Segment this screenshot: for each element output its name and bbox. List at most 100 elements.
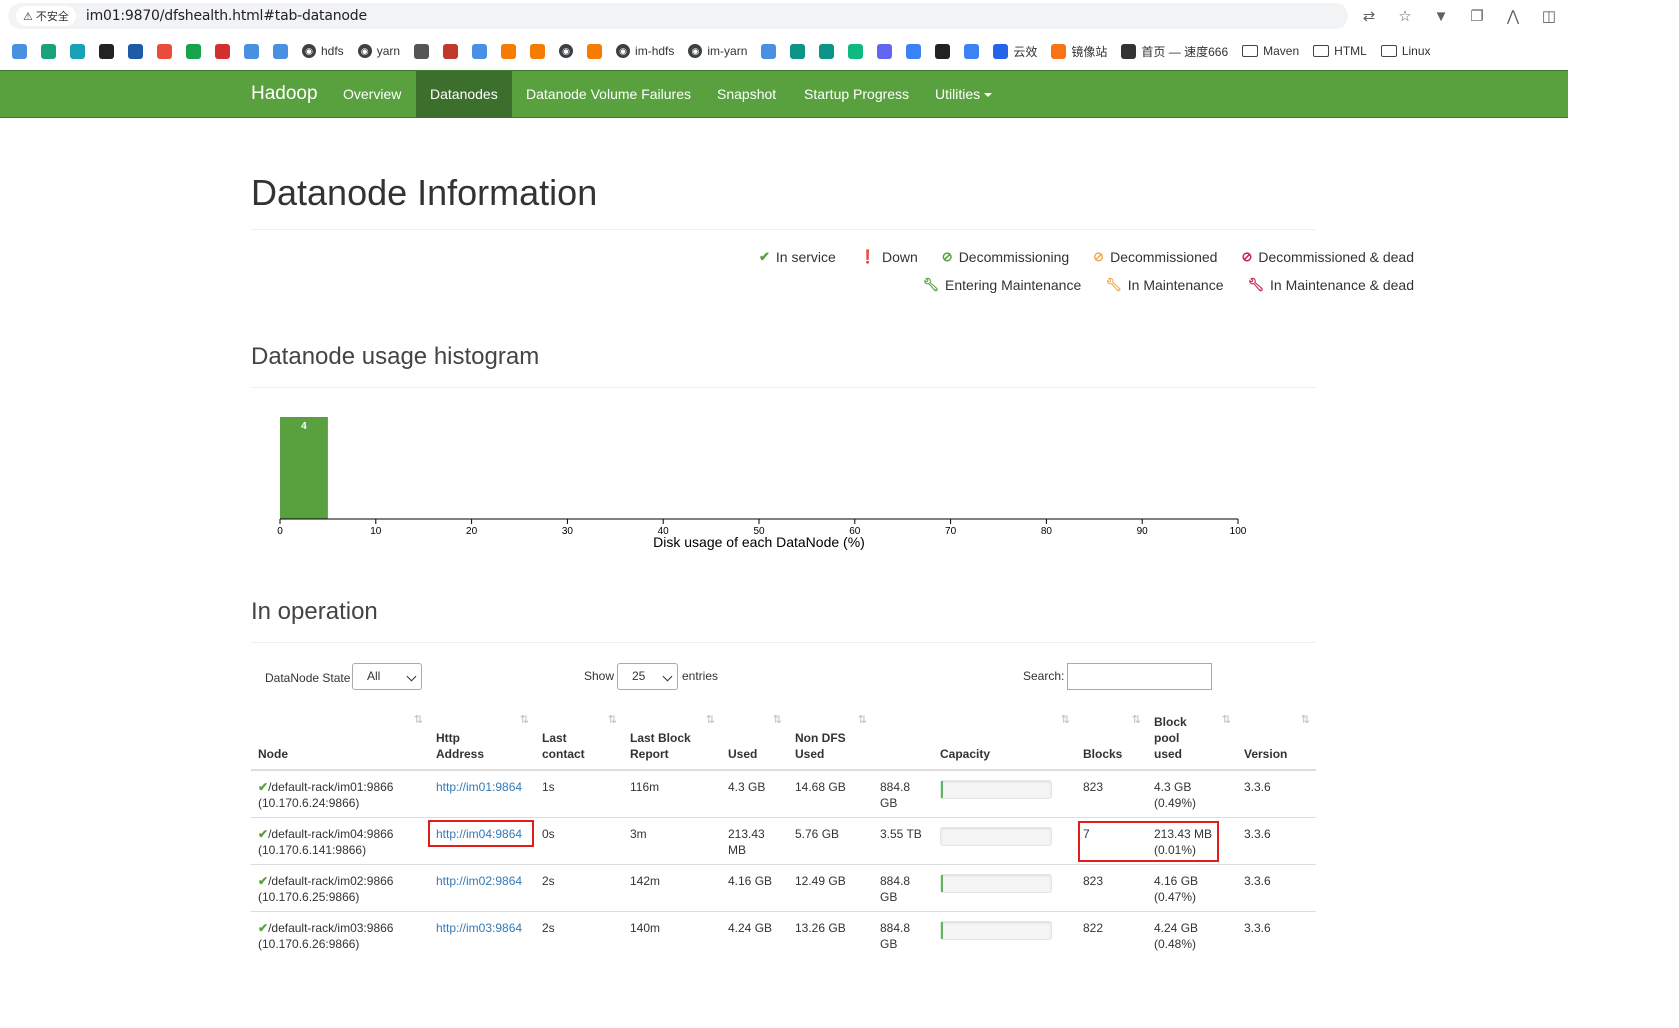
nav-utilities-label: Utilities: [935, 86, 981, 102]
bookmark-item[interactable]: 镜像站: [1051, 43, 1107, 60]
bookmark-item[interactable]: [530, 43, 546, 59]
nav-volume-failures[interactable]: Datanode Volume Failures: [512, 71, 705, 118]
bookmark-item[interactable]: [790, 43, 806, 59]
url-text[interactable]: im01:9870/dfshealth.html#tab-datanode: [86, 8, 367, 24]
extension-a-icon[interactable]: ⋀: [1504, 7, 1522, 25]
bookmark-item[interactable]: [70, 43, 85, 59]
tab-icon[interactable]: ❐: [1468, 7, 1486, 25]
entries-select[interactable]: 25: [617, 663, 678, 690]
bookmark-icon-19: [587, 43, 603, 59]
check-icon: ✔: [758, 249, 770, 264]
legend-label: Decommissioning: [958, 249, 1070, 265]
globe-icon: ◉: [688, 44, 703, 58]
bookmark-item[interactable]: [472, 43, 488, 59]
x-tick-label: 30: [562, 526, 574, 537]
bookmark-item[interactable]: 首页 — 速度666: [1121, 43, 1228, 60]
bookmark-icon-17: [530, 43, 546, 59]
col-block-pool[interactable]: Block pool used ⇅: [1147, 710, 1237, 771]
x-tick-label: 80: [1041, 526, 1053, 537]
check-icon: ✔: [258, 921, 269, 935]
nav-snapshot[interactable]: Snapshot: [703, 71, 790, 118]
bookmark-item[interactable]: [186, 43, 201, 59]
bookmark-item[interactable]: ◉: [559, 44, 574, 58]
bookmark-item[interactable]: [935, 43, 951, 59]
sort-icon: ⇅: [705, 714, 715, 726]
col-http[interactable]: Http Address ⇅: [429, 710, 535, 771]
search-input[interactable]: [1067, 663, 1212, 690]
bookmark-item[interactable]: [41, 43, 56, 59]
bookmark-item[interactable]: [128, 43, 143, 59]
cell-blocks: 823: [1076, 769, 1147, 818]
bookmark-item[interactable]: ◉ hdfs: [302, 44, 344, 58]
bookmark-item[interactable]: ◉ yarn: [357, 44, 400, 58]
cell-non-dfs: 5.76 GB: [788, 817, 873, 865]
insecure-badge[interactable]: ⚠ 不安全: [16, 6, 76, 26]
bookmark-item[interactable]: [273, 43, 288, 59]
bookmark-item[interactable]: Maven: [1242, 44, 1299, 58]
bookmark-item[interactable]: [215, 43, 230, 59]
bookmark-item[interactable]: [157, 43, 172, 59]
col-capacity[interactable]: Capacity ⇅: [933, 710, 1076, 771]
bookmark-item[interactable]: ◉ im-hdfs: [616, 44, 674, 58]
bookmark-item[interactable]: [906, 43, 922, 59]
col-blocks[interactable]: Blocks ⇅: [1076, 710, 1147, 771]
table-row: ✔/default-rack/im03:9866 (10.170.6.26:986…: [251, 911, 1316, 959]
bookmark-item[interactable]: [819, 43, 835, 59]
divider: [251, 229, 1316, 230]
bookmark-label: 云效: [1013, 44, 1038, 59]
extension-v-icon[interactable]: ▼: [1432, 8, 1450, 25]
bookmark-item[interactable]: [12, 43, 27, 59]
bookmark-item[interactable]: [877, 43, 893, 59]
star-icon[interactable]: ☆: [1396, 7, 1414, 25]
http-address-link[interactable]: http://im01:9864: [436, 780, 522, 794]
bookmark-item[interactable]: HTML: [1313, 44, 1367, 58]
bookmark-item[interactable]: [587, 43, 603, 59]
nav-overview[interactable]: Overview: [329, 71, 415, 118]
ban-icon: ⊘: [1093, 249, 1105, 264]
bookmark-item[interactable]: [761, 43, 777, 59]
col-used[interactable]: Used ⇅: [721, 710, 788, 771]
bp-used: 4.16 GB: [1154, 874, 1199, 888]
bookmark-item[interactable]: [244, 43, 259, 59]
puzzle-icon[interactable]: ◫: [1540, 7, 1558, 25]
bookmark-icon-29: [964, 43, 980, 59]
col-non-dfs[interactable]: Non DFS Used ⇅: [788, 710, 873, 771]
state-select[interactable]: All: [352, 663, 422, 690]
legend-label: Entering Maintenance: [945, 277, 1082, 293]
bookmark-item[interactable]: [964, 43, 980, 59]
x-tick-label: 10: [370, 526, 382, 537]
bookmark-label: HTML: [1334, 44, 1367, 58]
sort-icon: ⇅: [413, 714, 423, 726]
state-label: DataNode State: [265, 671, 351, 685]
bookmark-item[interactable]: 云效: [993, 43, 1037, 60]
address-pill[interactable]: ⚠ 不安全 im01:9870/dfshealth.html#tab-datan…: [8, 3, 1348, 29]
translate-icon[interactable]: ⇄: [1360, 7, 1378, 25]
nav-utilities[interactable]: Utilities: [921, 71, 1006, 118]
nav-startup-progress[interactable]: Startup Progress: [790, 71, 923, 118]
check-icon: ✔: [258, 827, 269, 841]
col-last-contact[interactable]: Last contact ⇅: [535, 710, 623, 771]
bookmark-item[interactable]: [99, 43, 114, 59]
bookmarks-bar: ◉ hdfs ◉ yarn ◉ ◉ im-hdfs ◉ im-yarn 云效 镜像站 首页 — 速度6…: [0, 36, 1568, 66]
bookmark-icon-28: [935, 43, 951, 59]
bookmark-item[interactable]: [848, 43, 864, 59]
show-label: Show: [584, 669, 615, 683]
brand-logo[interactable]: Hadoop: [251, 83, 318, 105]
capacity-progress-bar: [940, 780, 1052, 799]
cell-version: 3.3.6: [1237, 769, 1316, 818]
bookmark-item[interactable]: ◉ im-yarn: [688, 44, 747, 58]
state-select-value: All: [367, 669, 381, 683]
bar-count-label: 4: [301, 421, 307, 432]
col-version[interactable]: Version ⇅: [1237, 710, 1316, 771]
col-label: Block pool used: [1154, 715, 1187, 761]
col-last-block[interactable]: Last Block Report ⇅: [623, 710, 721, 771]
sort-icon: ⇅: [857, 714, 867, 726]
bookmark-item[interactable]: Linux: [1380, 44, 1431, 58]
http-address-link[interactable]: http://im02:9864: [436, 874, 522, 888]
bookmark-item[interactable]: [414, 43, 430, 59]
bookmark-item[interactable]: [501, 43, 517, 59]
col-node[interactable]: Node ⇅: [251, 710, 429, 771]
bookmark-item[interactable]: [443, 43, 459, 59]
nav-datanodes[interactable]: Datanodes: [416, 71, 512, 118]
http-address-link[interactable]: http://im03:9864: [436, 921, 522, 935]
